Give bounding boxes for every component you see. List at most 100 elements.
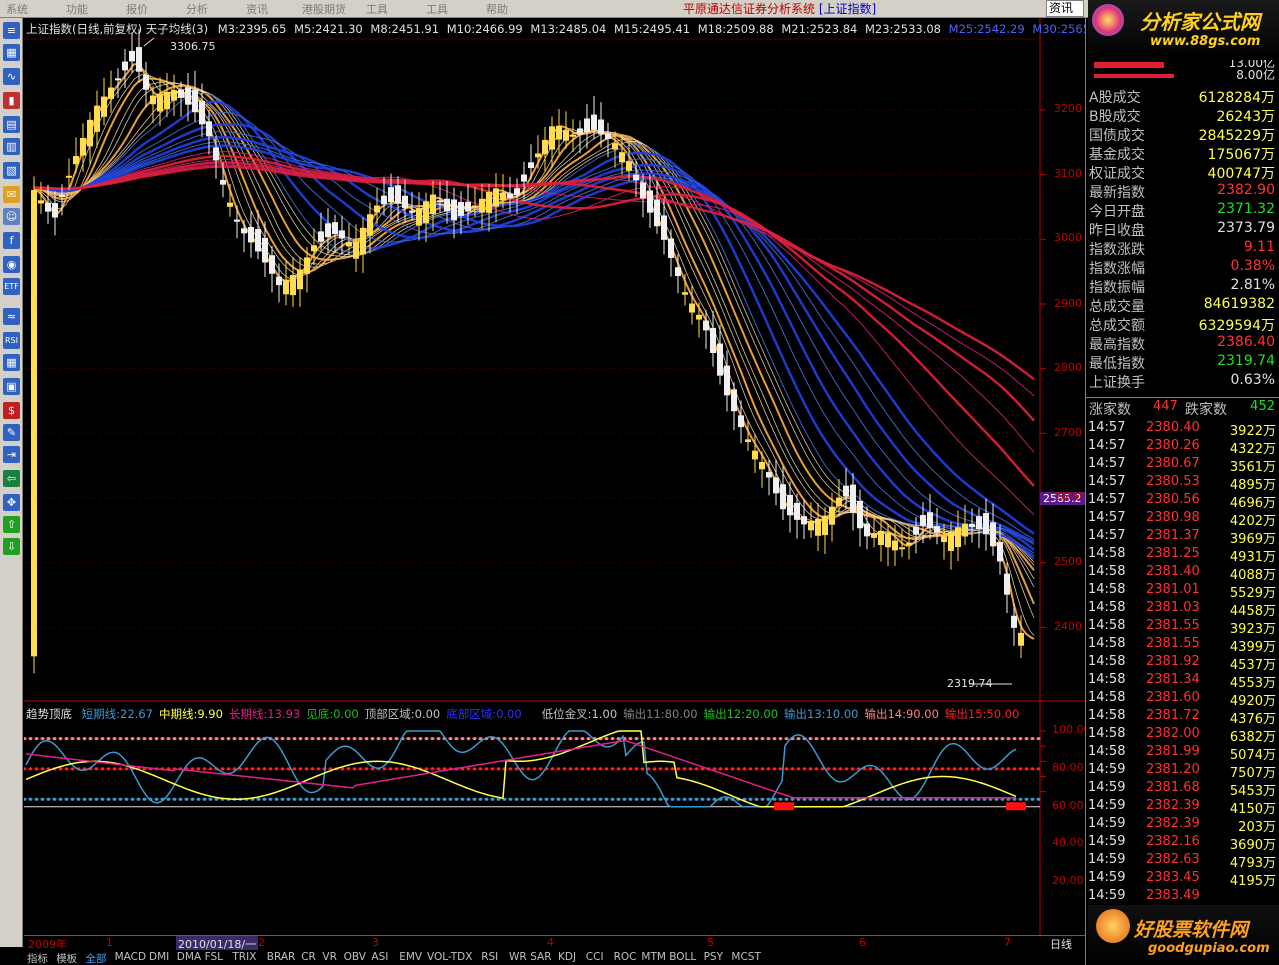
wave-icon[interactable]: ≈ bbox=[3, 308, 20, 325]
candle-down bbox=[395, 185, 401, 204]
indicator-tab[interactable]: DMI bbox=[149, 951, 169, 963]
date-label: 6 bbox=[859, 936, 866, 949]
indicator-tab[interactable]: MACD bbox=[115, 951, 146, 963]
menu-item-tools-2[interactable]: 工具 bbox=[426, 1, 448, 17]
chart-header: 上证指数(日线,前复权) 天子均线(3) M3:2395.65 M5:2421.… bbox=[26, 21, 1101, 37]
menu-item-analysis[interactable]: 分析 bbox=[186, 1, 208, 17]
candle-up bbox=[871, 533, 877, 538]
fund-icon[interactable]: f bbox=[3, 232, 20, 249]
mail-icon[interactable]: ✉ bbox=[3, 186, 20, 203]
indicator-param-label: 输出15:50.00 bbox=[944, 707, 1020, 721]
indicator-tab[interactable]: WR bbox=[509, 951, 527, 963]
menu-item-hk-futures[interactable]: 港股期货 bbox=[302, 1, 346, 17]
line-chart-icon[interactable]: ∿ bbox=[3, 68, 20, 85]
users-icon[interactable]: ☺ bbox=[3, 208, 20, 225]
menu-item-help[interactable]: 帮助 bbox=[486, 1, 508, 17]
candle-up bbox=[493, 188, 499, 207]
bar-value-2: 8.00亿 bbox=[1236, 68, 1275, 82]
tools-icon[interactable]: ✎ bbox=[3, 424, 20, 441]
candle-down bbox=[325, 223, 331, 238]
news-icon[interactable]: ▥ bbox=[3, 138, 20, 155]
indicator-tab[interactable]: BOLL bbox=[669, 951, 696, 963]
indicator-tab[interactable]: TRIX bbox=[232, 951, 256, 963]
indicator-tab[interactable]: VOL-TDX bbox=[427, 951, 472, 963]
star-logo-icon bbox=[1096, 909, 1130, 943]
candle-up bbox=[556, 125, 562, 140]
indicator-tab[interactable]: PSY bbox=[704, 951, 723, 963]
dollar-icon[interactable]: $ bbox=[3, 402, 20, 419]
kline-chart-canvas[interactable] bbox=[24, 18, 1085, 935]
indicator-tab[interactable]: ASI bbox=[371, 951, 388, 963]
news-search-box[interactable]: 资讯 bbox=[1046, 0, 1084, 17]
indicator-tab[interactable]: 全部 bbox=[85, 951, 106, 965]
stat-row: A股成交 6128284万 bbox=[1089, 87, 1277, 106]
indicator-tab[interactable]: EMV bbox=[399, 951, 422, 963]
exit-icon[interactable]: ⇦ bbox=[3, 470, 20, 487]
calendar-icon[interactable]: ▣ bbox=[3, 378, 20, 395]
indicator-tab[interactable]: KDJ bbox=[558, 951, 576, 963]
tick-row: 14:57 2380.98 4202万 bbox=[1088, 510, 1278, 529]
indicator-tab[interactable]: 指标 bbox=[27, 951, 48, 965]
date-label: 2 bbox=[258, 936, 265, 949]
arrow-up-icon[interactable]: ⇧ bbox=[3, 516, 20, 533]
menu-item-news[interactable]: 资讯 bbox=[246, 1, 268, 17]
price-tick-label: 3000 bbox=[1054, 231, 1082, 244]
stat-value: 0.63% bbox=[1230, 372, 1275, 388]
indicator-tab[interactable]: SAR bbox=[530, 951, 551, 963]
price-tick-label: 2400 bbox=[1054, 620, 1082, 633]
move-icon[interactable]: ✥ bbox=[3, 494, 20, 511]
indicator-tab[interactable]: BRAR bbox=[267, 951, 296, 963]
menu-item-system[interactable]: 系统 bbox=[6, 1, 28, 17]
indicator-tab[interactable]: MCST bbox=[731, 951, 760, 963]
tick-row: 14:58 2382.00 6382万 bbox=[1088, 726, 1278, 745]
grid-icon[interactable]: ▦ bbox=[3, 354, 20, 371]
candle-up bbox=[1018, 632, 1024, 646]
tick-price: 2381.72 bbox=[1146, 708, 1200, 723]
indicator-tab[interactable]: ROC bbox=[614, 951, 637, 963]
indicator-tab[interactable]: OBV bbox=[344, 951, 366, 963]
candle-down bbox=[136, 47, 142, 72]
tick-row: 14:59 2383.45 4195万 bbox=[1088, 870, 1278, 889]
price-tick-label: 2600 bbox=[1054, 490, 1082, 503]
candle-up bbox=[416, 208, 422, 226]
etf-icon[interactable]: ETF bbox=[3, 278, 20, 295]
menu-item-quote[interactable]: 报价 bbox=[126, 1, 148, 17]
search-doc-icon[interactable]: ◉ bbox=[3, 256, 20, 273]
candle-down bbox=[59, 194, 65, 198]
menu-item-tools[interactable]: 工具 bbox=[366, 1, 388, 17]
stat-value: 2373.79 bbox=[1217, 220, 1275, 236]
quote-list-icon[interactable]: ≡ bbox=[3, 22, 20, 39]
candle-up bbox=[612, 143, 618, 150]
indicator-tab[interactable]: CR bbox=[301, 951, 316, 963]
candle-down bbox=[241, 228, 247, 234]
candle-down bbox=[633, 174, 639, 181]
rsi-icon[interactable]: RSI bbox=[3, 332, 20, 349]
indicator-tab[interactable]: DMA bbox=[177, 951, 201, 963]
stat-row: 最低指数 2319.74 bbox=[1089, 353, 1277, 372]
candle-down bbox=[1004, 573, 1010, 595]
indicator-tab[interactable]: RSI bbox=[481, 951, 498, 963]
indicator-tab[interactable]: CCI bbox=[586, 951, 604, 963]
main-chart-area[interactable]: 上证指数(日线,前复权) 天子均线(3) M3:2395.65 M5:2421.… bbox=[24, 18, 1101, 935]
stat-value: 2845229万 bbox=[1198, 128, 1275, 144]
candle-down bbox=[444, 198, 450, 212]
indicator-tab[interactable]: FSL bbox=[205, 951, 223, 963]
candle-up bbox=[626, 161, 632, 171]
candle-chart-icon[interactable]: ▮ bbox=[3, 92, 20, 109]
table-icon[interactable]: ▦ bbox=[3, 44, 20, 61]
brand-logo-2-text: 好股票软件网 bbox=[1134, 919, 1249, 941]
menu-item-function[interactable]: 功能 bbox=[66, 1, 88, 17]
tick-row: 14:58 2381.72 4376万 bbox=[1088, 708, 1278, 727]
date-label: 1 bbox=[106, 936, 113, 949]
ma-label: M23:2533.08 bbox=[865, 22, 941, 36]
candle-up bbox=[948, 531, 954, 551]
candle-up bbox=[367, 214, 373, 236]
indicator-tab[interactable]: VR bbox=[322, 951, 336, 963]
arrow-down-icon[interactable]: ⇩ bbox=[3, 538, 20, 555]
document-icon[interactable]: ▧ bbox=[3, 162, 20, 179]
export-icon[interactable]: ⇥ bbox=[3, 446, 20, 463]
indicator-tab[interactable]: MTM bbox=[641, 951, 666, 963]
report-icon[interactable]: ▤ bbox=[3, 116, 20, 133]
chart-title: 上证指数(日线,前复权) 天子均线(3) bbox=[26, 22, 209, 36]
indicator-tab[interactable]: 模板 bbox=[56, 951, 77, 965]
